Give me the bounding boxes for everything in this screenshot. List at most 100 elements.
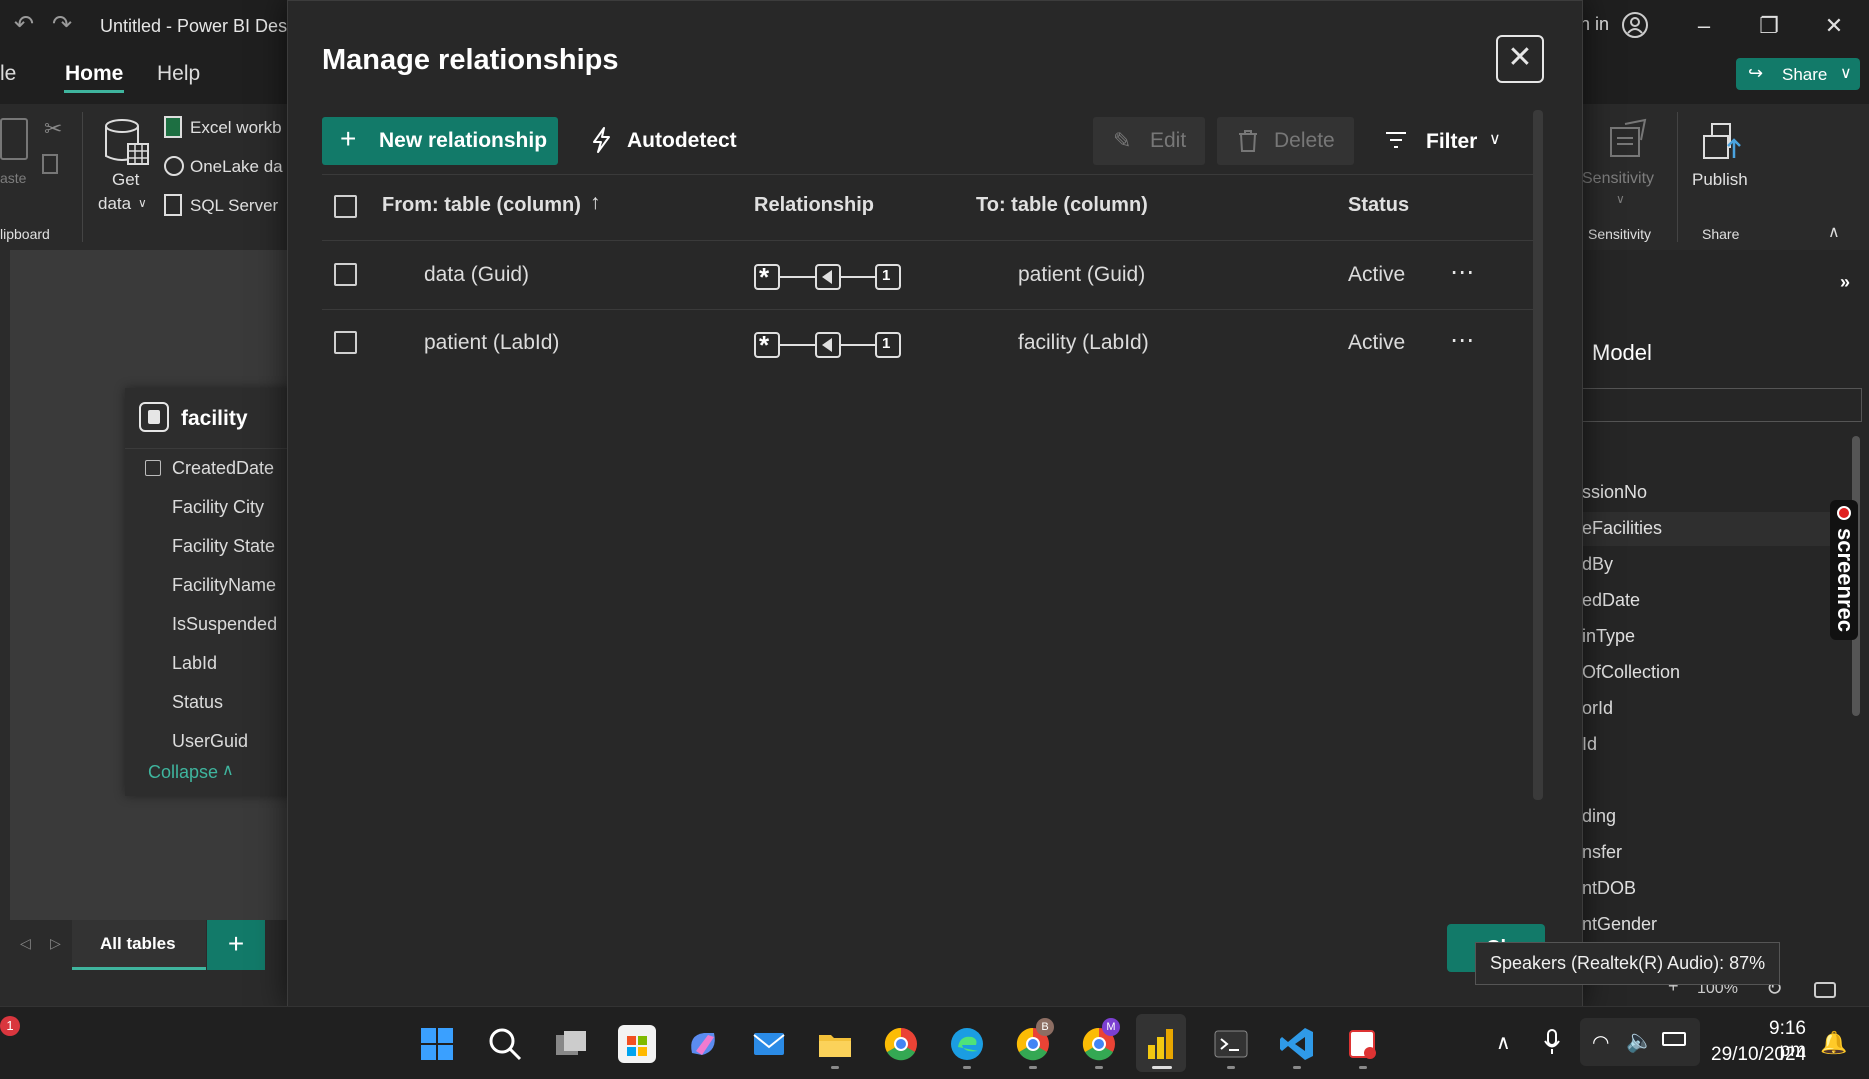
list-item[interactable]: eFacilities — [1582, 518, 1662, 539]
edge-icon[interactable] — [948, 1025, 986, 1063]
fit-to-page-icon[interactable] — [1814, 982, 1836, 998]
sort-ascending-icon[interactable]: ↑ — [590, 191, 601, 215]
show-hidden-icons-icon[interactable]: ∧ — [1496, 1030, 1511, 1055]
select-all-checkbox[interactable] — [334, 195, 357, 218]
sensitivity-button-label[interactable]: Sensitivity — [1582, 170, 1654, 188]
field-item[interactable]: IsSuspended — [172, 614, 277, 635]
vscode-icon[interactable] — [1278, 1025, 1316, 1063]
column-header-to[interactable]: To: table (column) — [976, 194, 1148, 217]
tab-all-tables[interactable]: All tables — [72, 920, 206, 970]
add-layout-button[interactable]: + — [207, 920, 265, 970]
list-item[interactable]: Id — [1582, 734, 1597, 755]
list-item[interactable]: ssionNo — [1582, 482, 1647, 503]
paste-label[interactable]: aste — [0, 170, 26, 186]
collapse-link[interactable]: Collapse — [148, 762, 218, 783]
field-item[interactable]: Facility City — [172, 497, 264, 518]
sensitivity-icon[interactable] — [1605, 116, 1649, 165]
clipboard-group-label: lipboard — [0, 226, 50, 242]
list-item[interactable]: dBy — [1582, 554, 1613, 575]
scroll-right-icon[interactable]: ▷ — [50, 935, 61, 952]
chrome-icon[interactable] — [882, 1025, 920, 1063]
field-item[interactable]: FacilityName — [172, 575, 276, 596]
onelake-source[interactable]: OneLake da — [190, 157, 283, 177]
get-data-label-line2[interactable]: data — [98, 194, 131, 214]
dialog-close-button[interactable]: ✕ — [1496, 35, 1544, 83]
minimize-icon[interactable]: – — [1680, 8, 1728, 44]
excel-icon — [164, 116, 182, 138]
copy-icon[interactable] — [42, 154, 58, 174]
field-item[interactable]: Status — [172, 692, 223, 713]
list-item[interactable]: ntGender — [1582, 914, 1657, 935]
onelake-icon — [164, 156, 184, 176]
paste-icon[interactable] — [0, 118, 28, 160]
power-bi-icon[interactable] — [1142, 1025, 1180, 1063]
get-data-label-line1[interactable]: Get — [112, 170, 139, 190]
restore-icon[interactable]: ❐ — [1745, 8, 1793, 44]
mail-icon[interactable] — [750, 1025, 788, 1063]
list-item[interactable]: orId — [1582, 698, 1613, 719]
scroll-left-icon[interactable]: ◁ — [20, 935, 31, 952]
sql-server-source[interactable]: SQL Server — [190, 196, 278, 216]
column-header-from[interactable]: From: table (column) — [382, 194, 581, 217]
list-item[interactable]: nsfer — [1582, 842, 1622, 863]
profile-badge-m: M — [1102, 1018, 1120, 1036]
divider — [322, 174, 1533, 175]
excel-workbook-source[interactable]: Excel workb — [190, 118, 282, 138]
field-item[interactable]: UserGuid — [172, 731, 248, 752]
tab-file[interactable]: le — [0, 62, 16, 86]
clock-date[interactable]: 29/10/2024 — [1711, 1044, 1806, 1066]
more-options-icon[interactable]: ⋯ — [1450, 326, 1475, 355]
list-item[interactable]: ding — [1582, 806, 1616, 827]
column-header-relationship[interactable]: Relationship — [754, 194, 874, 217]
start-icon[interactable] — [418, 1025, 456, 1063]
running-indicator — [1095, 1066, 1103, 1069]
more-options-icon[interactable]: ⋯ — [1450, 258, 1475, 287]
user-avatar-icon[interactable] — [1620, 10, 1650, 40]
dialog-title: Manage relationships — [322, 44, 619, 76]
cardinality-many-to-one-icon — [754, 262, 902, 297]
redo-icon[interactable]: ↷ — [52, 10, 72, 39]
column-header-status[interactable]: Status — [1348, 194, 1409, 217]
cardinality-one: 1 — [882, 335, 891, 352]
tab-home[interactable]: Home — [65, 62, 123, 86]
calendar-icon — [145, 460, 161, 476]
cut-icon[interactable]: ✂ — [44, 116, 62, 142]
store-icon[interactable] — [618, 1025, 656, 1063]
publish-icon[interactable] — [1700, 118, 1744, 167]
search-icon[interactable] — [486, 1025, 524, 1063]
list-item[interactable]: edDate — [1582, 590, 1640, 611]
row-checkbox[interactable] — [334, 331, 357, 354]
expand-pane-icon[interactable]: » — [1840, 272, 1850, 293]
chevron-down-icon: ∨ — [1489, 131, 1501, 148]
field-item[interactable]: Facility State — [172, 536, 275, 557]
notification-bell-icon[interactable]: 🔔 — [1820, 1030, 1847, 1056]
new-relationship-button[interactable]: + New relationship — [322, 117, 558, 165]
list-item[interactable]: inType — [1582, 626, 1635, 647]
get-data-icon[interactable] — [104, 118, 150, 173]
collapse-ribbon-icon[interactable]: ∧ — [1828, 222, 1840, 242]
list-item[interactable]: ntDOB — [1582, 878, 1636, 899]
notification-badge[interactable]: 1 — [0, 1016, 20, 1036]
delete-button[interactable]: Delete — [1217, 117, 1354, 165]
close-window-icon[interactable]: ✕ — [1810, 8, 1858, 44]
dialog-scrollbar[interactable] — [1533, 110, 1543, 800]
snipping-tool-icon[interactable] — [1344, 1025, 1382, 1063]
chevron-down-icon: ∨ — [1840, 65, 1852, 82]
undo-icon[interactable]: ↶ — [14, 10, 34, 39]
row-checkbox[interactable] — [334, 263, 357, 286]
edit-button[interactable]: ✎ Edit — [1093, 117, 1205, 165]
field-item[interactable]: CreatedDate — [172, 458, 274, 479]
pane-search-input[interactable] — [1582, 388, 1862, 422]
sign-in-link[interactable]: n in — [1580, 14, 1609, 35]
microphone-icon[interactable] — [1543, 1028, 1561, 1061]
plus-icon: + — [340, 123, 357, 154]
terminal-icon[interactable] — [1212, 1025, 1250, 1063]
copilot-icon[interactable] — [684, 1025, 722, 1063]
share-button[interactable]: ↪ Share ∨ — [1736, 58, 1860, 90]
list-item[interactable]: OfCollection — [1582, 662, 1680, 683]
file-explorer-icon[interactable] — [816, 1025, 854, 1063]
publish-button-label[interactable]: Publish — [1692, 170, 1748, 190]
task-view-icon[interactable] — [552, 1025, 590, 1063]
field-item[interactable]: LabId — [172, 653, 217, 674]
tab-help[interactable]: Help — [157, 62, 200, 86]
